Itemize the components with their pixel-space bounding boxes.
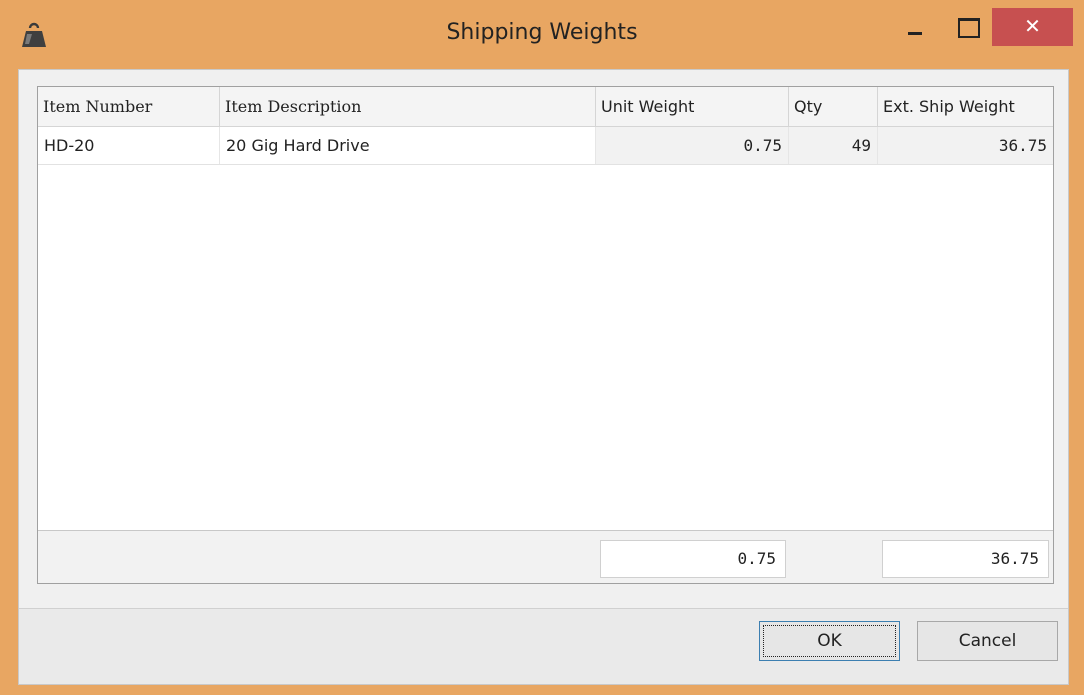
total-ext-ship-weight: 36.75 <box>882 540 1049 578</box>
grid-totals-footer: 0.75 36.75 <box>38 530 1053 583</box>
column-header-unit-weight[interactable]: Unit Weight <box>596 87 789 126</box>
ok-button[interactable]: OK <box>759 621 900 661</box>
grid-header: Item Number Item Description Unit Weight… <box>38 87 1053 127</box>
maximize-icon[interactable] <box>947 8 991 46</box>
focus-rectangle <box>763 625 896 657</box>
cell-ext-ship-weight[interactable]: 36.75 <box>878 127 1053 164</box>
table-row[interactable]: HD-20 20 Gig Hard Drive 0.75 49 36.75 <box>38 127 1053 165</box>
cell-unit-weight[interactable]: 0.75 <box>596 127 789 164</box>
shipping-weights-grid[interactable]: Item Number Item Description Unit Weight… <box>37 86 1054 584</box>
title-bar[interactable]: Shipping Weights ✕ <box>0 0 1084 70</box>
column-header-item-number[interactable]: Item Number <box>38 87 220 126</box>
column-header-item-description[interactable]: Item Description <box>220 87 596 126</box>
shipping-weights-window: Shipping Weights ✕ Item Number Item Desc… <box>0 0 1084 695</box>
close-icon[interactable]: ✕ <box>992 8 1073 46</box>
cancel-button-label: Cancel <box>958 631 1017 651</box>
cell-item-description[interactable]: 20 Gig Hard Drive <box>220 127 596 164</box>
dialog-button-bar: OK Cancel <box>19 608 1068 684</box>
cell-item-number[interactable]: HD-20 <box>38 127 220 164</box>
cancel-button[interactable]: Cancel <box>917 621 1058 661</box>
cell-qty[interactable]: 49 <box>789 127 878 164</box>
minimize-icon[interactable] <box>895 8 939 46</box>
dialog-client-area: Item Number Item Description Unit Weight… <box>18 69 1069 685</box>
column-header-qty[interactable]: Qty <box>789 87 878 126</box>
column-header-ext-ship-weight[interactable]: Ext. Ship Weight <box>878 87 1053 126</box>
total-unit-weight: 0.75 <box>600 540 786 578</box>
